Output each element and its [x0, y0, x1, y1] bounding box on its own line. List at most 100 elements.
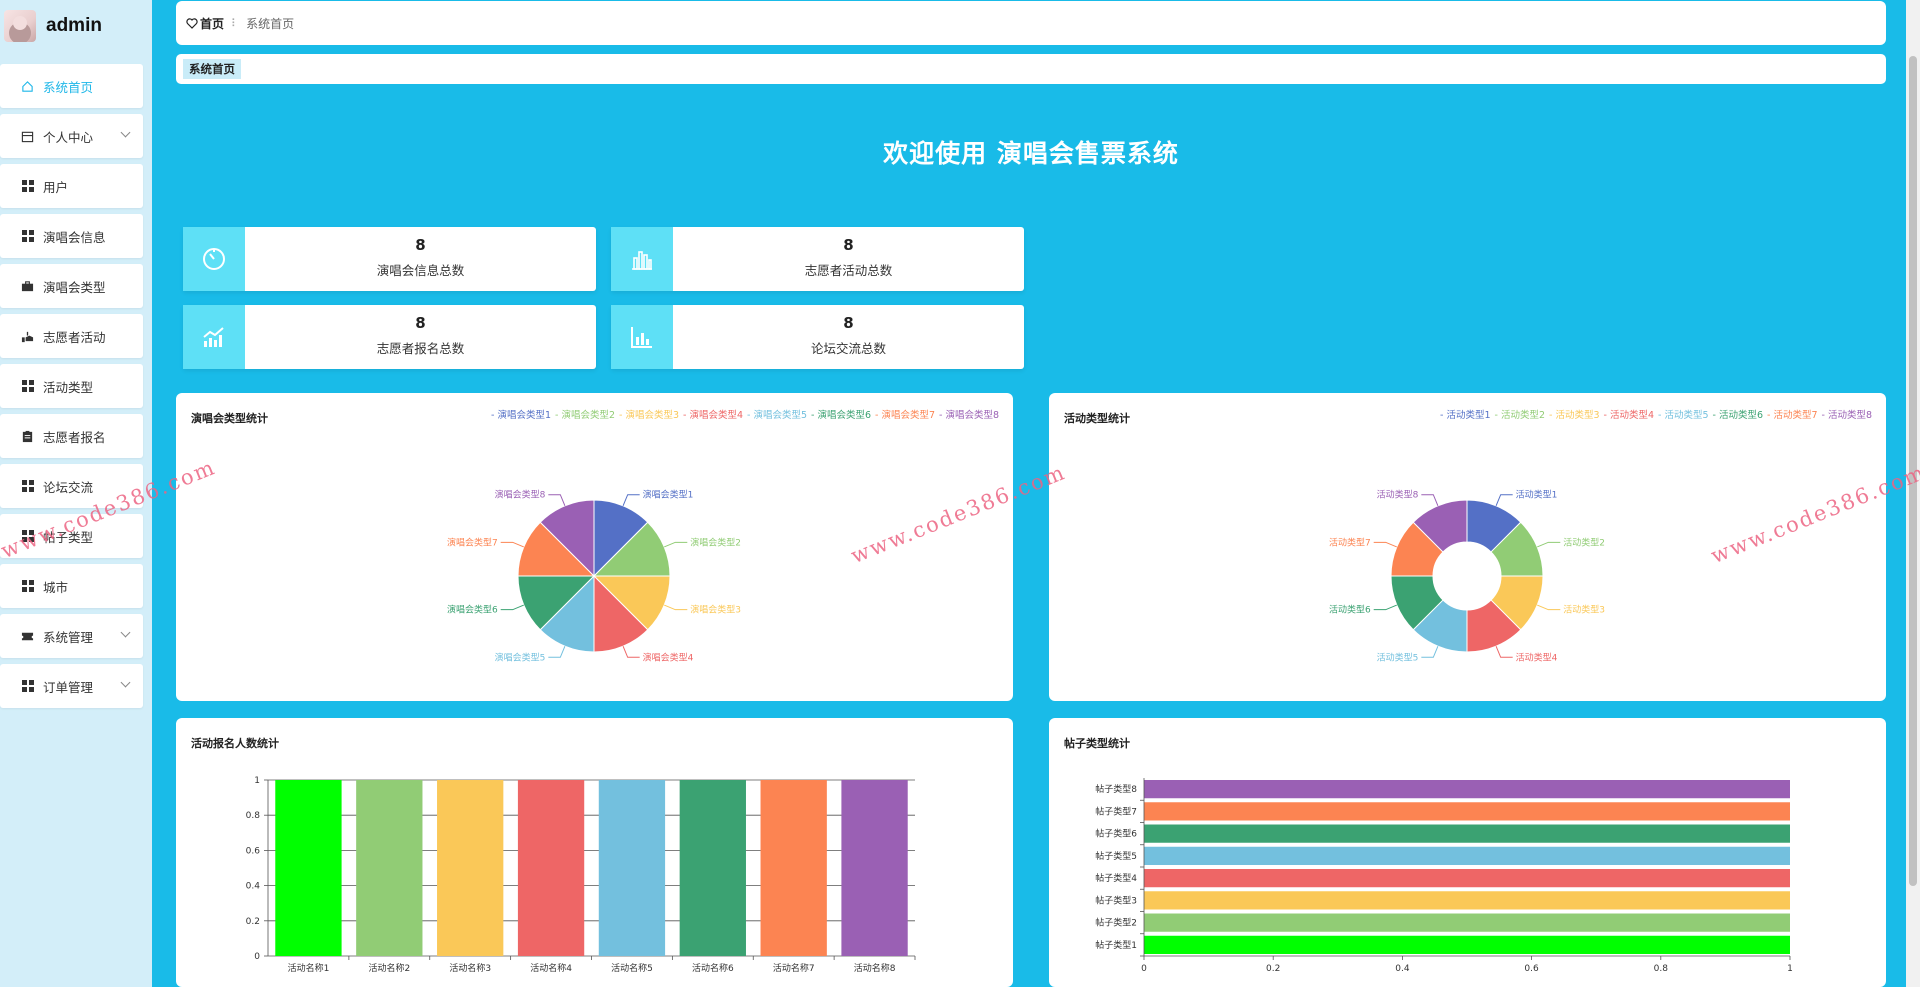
sidebar-item-8[interactable]: 志愿者报名: [0, 414, 143, 458]
breadcrumb-current: 系统首页: [246, 16, 295, 31]
pie-label-line: [1537, 604, 1561, 611]
y-tick-label: 0.6: [246, 846, 261, 856]
pie-label-line: [1373, 604, 1397, 611]
bar[interactable]: [1144, 802, 1790, 821]
chevron-down-icon: [120, 127, 131, 138]
brand: admin: [0, 0, 152, 52]
grid-icon: [21, 180, 34, 193]
sidebar-item-label: 演唱会信息: [43, 229, 106, 245]
breadcrumb-home[interactable]: 首页: [186, 15, 224, 32]
home-icon: [21, 80, 34, 93]
sidebar-item-4[interactable]: 演唱会信息: [0, 214, 143, 258]
y-tick-label: 0.8: [246, 811, 261, 821]
stat-label: 志愿者活动总数: [804, 263, 893, 278]
y-tick-label: 帖子类型6: [1095, 828, 1137, 840]
sidebar-item-5[interactable]: 演唱会类型: [0, 264, 143, 308]
briefcase-icon: [21, 280, 34, 293]
bar[interactable]: [1144, 935, 1790, 954]
bar[interactable]: [275, 780, 342, 956]
tab-home[interactable]: 系统首页: [183, 59, 241, 79]
grid-icon: [21, 530, 34, 543]
bar[interactable]: [1144, 869, 1790, 888]
column-chart-icon: [611, 305, 673, 369]
sidebar-item-1[interactable]: 系统首页: [0, 64, 143, 108]
y-tick-label: 帖子类型5: [1095, 850, 1137, 862]
pie-label-line: [1495, 494, 1513, 506]
sidebar-item-3[interactable]: 用户: [0, 164, 143, 208]
y-tick-label: 帖子类型1: [1095, 939, 1137, 951]
bar[interactable]: [841, 780, 908, 956]
bar[interactable]: [598, 780, 666, 956]
scrollbar-thumb[interactable]: [1909, 56, 1917, 886]
sidebar-item-label: 订单管理: [43, 679, 94, 695]
stat-card-concert-info[interactable]: 8 演唱会信息总数: [183, 227, 596, 291]
sidebar-item-10[interactable]: 帖子类型: [0, 514, 143, 558]
activity-signup-chart-card: 活动报名人数统计 0 0.2 0.4 0.6 0.8 1 活动名称1 活动名称2 活动名称3 活动…: [176, 718, 1013, 987]
main-content: 首页 ⠇ 系统首页 系统首页 欢迎使用 演唱会售票系统 8 演唱会信息总数 8 …: [152, 0, 1920, 987]
bar[interactable]: [1144, 891, 1790, 910]
welcome-title: 欢迎使用 演唱会售票系统: [883, 139, 1179, 168]
bar-chart-icon: [611, 227, 673, 291]
sidebar-item-label: 系统首页: [43, 79, 94, 95]
sidebar-item-9[interactable]: 论坛交流: [0, 464, 143, 508]
sidebar-item-6[interactable]: 志愿者活动: [0, 314, 143, 358]
pie-label-line: [622, 494, 640, 506]
bar[interactable]: [1144, 913, 1790, 932]
bar[interactable]: [760, 780, 827, 956]
bar[interactable]: [1144, 824, 1790, 843]
avatar[interactable]: [4, 10, 36, 42]
pie-label: 活动类型5: [1377, 651, 1419, 663]
pie-label-line: [622, 646, 640, 658]
sidebar-item-label: 系统管理: [43, 629, 94, 645]
sidebar-item-11[interactable]: 城市: [0, 564, 143, 608]
sidebar-item-2[interactable]: 个人中心: [0, 114, 143, 158]
x-tick-label: 0.6: [1524, 964, 1539, 974]
hand-icon: [21, 330, 34, 343]
breadcrumb-home-label: 首页: [200, 16, 225, 31]
y-tick-label: 帖子类型4: [1095, 872, 1137, 884]
bar[interactable]: [517, 780, 585, 956]
y-tick-label: 0: [254, 952, 260, 962]
pie-label-line: [1537, 541, 1561, 548]
sidebar-item-label: 帖子类型: [43, 529, 94, 545]
stat-card-volunteer-activity[interactable]: 8 志愿者活动总数: [611, 227, 1024, 291]
ticket-icon: [21, 630, 34, 643]
concert-type-chart-card: 演唱会类型统计 - 演唱会类型1- 演唱会类型2- 演唱会类型3- 演唱会类型4…: [176, 393, 1013, 701]
bar[interactable]: [679, 780, 746, 956]
calendar-icon: [21, 130, 34, 143]
activity-signup-bar-chart: 0 0.2 0.4 0.6 0.8 1 活动名称1 活动名称2 活动名称3 活动名称4 活动名称5 活…: [246, 776, 916, 974]
x-tick-label: 1: [1787, 964, 1793, 974]
y-tick-label: 0.4: [246, 882, 261, 892]
bar[interactable]: [1144, 846, 1790, 865]
grid-icon: [21, 380, 34, 393]
pie-label: 演唱会类型6: [447, 604, 498, 616]
x-tick-label: 0: [1141, 964, 1147, 974]
x-tick-label: 0.4: [1395, 964, 1410, 974]
grid-icon: [21, 480, 34, 493]
bar[interactable]: [356, 780, 423, 956]
x-tick-label: 活动名称7: [773, 962, 815, 974]
sidebar-item-12[interactable]: 系统管理: [0, 614, 143, 658]
sidebar-item-label: 用户: [43, 179, 69, 195]
concert-type-pie-chart: 演唱会类型1 演唱会类型2 演唱会类型3 演唱会类型4 演唱会类型5 演唱会类型6 演唱会类…: [447, 489, 741, 664]
page-scrollbar[interactable]: [1906, 0, 1920, 987]
username: admin: [46, 15, 102, 36]
chevron-down-icon: [120, 677, 131, 688]
bar[interactable]: [437, 780, 504, 956]
pie-label: 活动类型8: [1377, 489, 1419, 501]
stat-label: 志愿者报名总数: [376, 341, 465, 356]
stat-card-forum[interactable]: 8 论坛交流总数: [611, 305, 1024, 369]
sidebar-item-label: 个人中心: [43, 129, 94, 145]
heart-icon: [186, 17, 198, 29]
stat-value: 8: [415, 314, 426, 332]
sidebar-item-7[interactable]: 活动类型: [0, 364, 143, 408]
pie-label-line: [548, 646, 566, 658]
bar[interactable]: [1144, 780, 1790, 799]
stat-card-volunteer-signup[interactable]: 8 志愿者报名总数: [183, 305, 596, 369]
sidebar-item-13[interactable]: 订单管理: [0, 664, 143, 708]
pie-label: 活动类型7: [1329, 536, 1371, 548]
pie-label: 演唱会类型2: [690, 536, 741, 548]
stat-label: 论坛交流总数: [810, 341, 886, 356]
y-tick-label: 帖子类型7: [1095, 805, 1137, 817]
clipboard-icon: [21, 430, 34, 443]
